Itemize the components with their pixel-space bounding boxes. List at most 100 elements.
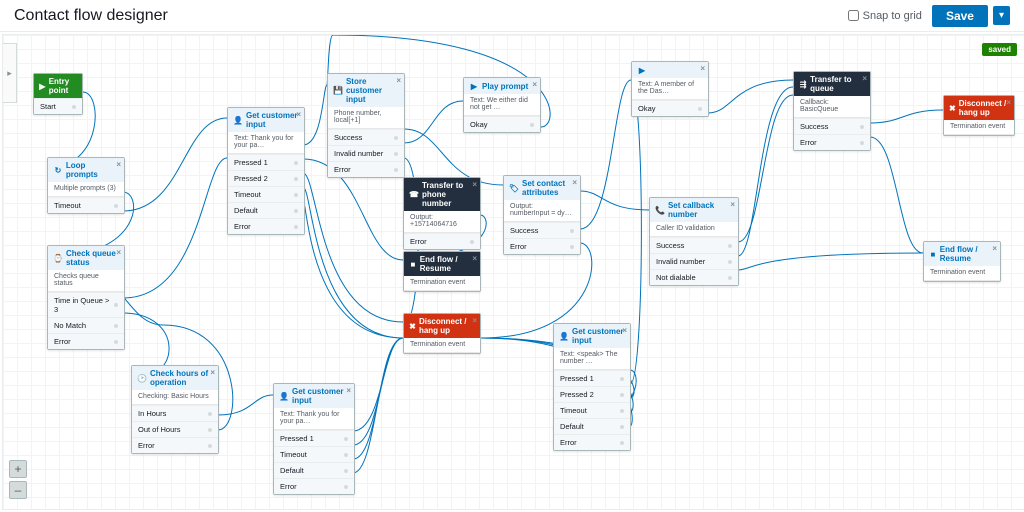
branch[interactable]: Default — [274, 462, 354, 478]
close-icon[interactable]: × — [572, 178, 577, 187]
node-play-prompt-1[interactable]: ▶Play prompt × Text: We either did not ge… — [463, 77, 541, 133]
node-disconnect-2[interactable]: ✖Disconnect / hang up× Termination event — [943, 95, 1015, 136]
branch[interactable]: Okay — [464, 116, 540, 132]
branch[interactable]: Error — [48, 333, 124, 349]
node-disconnect-1[interactable]: ✖Disconnect / hang up× Termination event — [403, 313, 481, 354]
branch[interactable]: Not dialable — [650, 269, 738, 285]
branch[interactable]: Error — [274, 478, 354, 494]
branch[interactable]: No Match — [48, 317, 124, 333]
node-subtitle: Callback: BasicQueue — [794, 96, 870, 118]
snap-to-grid-toggle[interactable]: Snap to grid — [848, 10, 922, 22]
snap-checkbox[interactable] — [848, 10, 859, 21]
stop-icon: ■ — [409, 259, 417, 269]
close-icon[interactable]: × — [532, 80, 537, 89]
branch[interactable]: Pressed 2 — [228, 170, 304, 186]
branch[interactable]: Success — [650, 237, 738, 253]
branch[interactable]: Timeout — [554, 402, 630, 418]
branch[interactable]: Time in Queue > 3 — [48, 292, 124, 317]
close-icon[interactable]: × — [396, 76, 401, 85]
branch[interactable]: Okay — [632, 100, 708, 116]
branch-start[interactable]: Start — [34, 98, 82, 114]
branch[interactable]: Invalid number — [328, 145, 404, 161]
branch[interactable]: Out of Hours — [132, 421, 218, 437]
branch[interactable]: Timeout — [274, 446, 354, 462]
branch[interactable]: In Hours — [132, 405, 218, 421]
node-title: Transfer to phone number — [422, 181, 475, 208]
flag-icon: ▶ — [39, 81, 46, 91]
node-entry-point[interactable]: ▶ Entry point Start — [33, 73, 83, 115]
node-get-customer-input-3[interactable]: 👤Get customer input× Text: <speak> The n… — [553, 323, 631, 451]
zoom-out-button[interactable]: – — [9, 481, 27, 499]
node-store-customer-input[interactable]: 💾Store customer input× Phone number, loc… — [327, 73, 405, 178]
node-subtitle: Termination event — [404, 338, 480, 353]
node-check-queue-status[interactable]: ⌚Check queue status× Checks queue status… — [47, 245, 125, 350]
close-icon[interactable]: × — [296, 110, 301, 119]
branch[interactable]: Pressed 1 — [228, 154, 304, 170]
branch[interactable]: Pressed 2 — [554, 386, 630, 402]
close-icon[interactable]: × — [472, 254, 477, 263]
node-subtitle: Phone number, local[+1] — [328, 107, 404, 129]
node-subtitle: Text: We either did not get … — [464, 94, 540, 116]
node-subtitle: Termination event — [924, 266, 1000, 281]
play-icon: ▶ — [469, 81, 479, 91]
branch[interactable]: Error — [554, 434, 630, 450]
node-set-callback-number[interactable]: 📞Set callback number× Caller ID validati… — [649, 197, 739, 286]
branch[interactable]: Error — [404, 233, 480, 249]
close-icon[interactable]: × — [992, 244, 997, 253]
node-title: Play prompt — [482, 82, 528, 91]
branch[interactable]: Success — [504, 222, 580, 238]
node-loop-prompts[interactable]: ↻Loop prompts× Multiple prompts (3) Time… — [47, 157, 125, 214]
node-end-flow-1[interactable]: ■End flow / Resume× Termination event — [403, 251, 481, 292]
node-set-contact-attributes[interactable]: 🏷Set contact attributes× Output: numberI… — [503, 175, 581, 255]
branch[interactable]: Error — [132, 437, 218, 453]
branch[interactable]: Error — [504, 238, 580, 254]
close-icon[interactable]: × — [1006, 98, 1011, 107]
close-icon[interactable]: × — [346, 386, 351, 395]
branch[interactable]: Default — [228, 202, 304, 218]
branch[interactable]: Timeout — [228, 186, 304, 202]
branch[interactable]: Default — [554, 418, 630, 434]
close-icon[interactable]: × — [862, 74, 867, 83]
node-get-customer-input-1[interactable]: 👤Get customer input× Text: Thank you for… — [227, 107, 305, 235]
save-button[interactable]: Save — [932, 5, 988, 27]
zoom-in-button[interactable]: + — [9, 460, 27, 478]
branch[interactable]: Pressed 1 — [554, 370, 630, 386]
queue-icon: ⇶ — [799, 79, 807, 89]
branch[interactable]: Success — [328, 129, 404, 145]
close-icon[interactable]: × — [116, 160, 121, 169]
node-transfer-phone[interactable]: ☎Transfer to phone number× Output: +1571… — [403, 177, 481, 250]
node-subtitle: Output: numberInput = dy… — [504, 200, 580, 222]
snap-label: Snap to grid — [863, 10, 922, 22]
close-icon[interactable]: × — [472, 180, 477, 189]
palette-toggle[interactable]: ▸ — [3, 43, 17, 103]
node-transfer-to-queue[interactable]: ⇶Transfer to queue× Callback: BasicQueue… — [793, 71, 871, 151]
branch[interactable]: Error — [228, 218, 304, 234]
close-icon[interactable]: × — [116, 248, 121, 257]
close-icon[interactable]: × — [622, 326, 627, 335]
branch-timeout[interactable]: Timeout — [48, 197, 124, 213]
branch[interactable]: Error — [794, 134, 870, 150]
saved-badge: saved — [982, 43, 1017, 56]
node-title: Get customer input — [246, 111, 299, 129]
node-subtitle: Output: +15714064716 — [404, 211, 480, 233]
flow-canvas[interactable]: ▸ saved — [2, 34, 1024, 510]
branch[interactable]: Invalid number — [650, 253, 738, 269]
branch[interactable]: Error — [328, 161, 404, 177]
person-icon: 👤 — [233, 115, 243, 125]
branch[interactable]: Pressed 1 — [274, 430, 354, 446]
node-get-customer-input-2[interactable]: 👤Get customer input× Text: Thank you for… — [273, 383, 355, 495]
tag-icon: 🏷 — [509, 183, 519, 193]
save-dropdown[interactable]: ▾ — [993, 6, 1010, 25]
node-subtitle: Termination event — [944, 120, 1014, 135]
phone-icon: ☎ — [409, 190, 419, 200]
close-icon[interactable]: × — [472, 316, 477, 325]
branch[interactable]: Success — [794, 118, 870, 134]
node-title: Get customer input — [292, 387, 349, 405]
close-icon[interactable]: × — [730, 200, 735, 209]
close-icon[interactable]: × — [700, 64, 705, 73]
node-title: End flow / Resume — [420, 255, 475, 273]
close-icon[interactable]: × — [210, 368, 215, 377]
node-check-hours[interactable]: 🕑Check hours of operation× Checking: Bas… — [131, 365, 219, 454]
node-play-prompt-2[interactable]: ▶.× Text: A member of the Das… Okay — [631, 61, 709, 117]
node-end-flow-2[interactable]: ■End flow / Resume× Termination event — [923, 241, 1001, 282]
